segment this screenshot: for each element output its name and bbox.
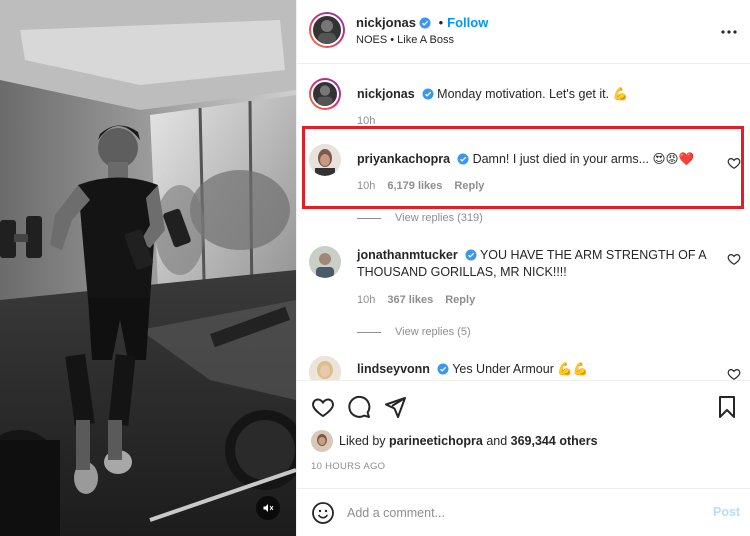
mute-icon: [263, 504, 274, 512]
verified-badge-icon: [457, 153, 469, 165]
jonathan-avatar[interactable]: [309, 246, 341, 278]
reply-button[interactable]: Reply: [454, 180, 484, 192]
lindsey-avatar[interactable]: [309, 356, 341, 380]
view-replies-label: View replies (5): [395, 326, 471, 338]
comment-icon[interactable]: [347, 395, 371, 419]
lindsey-comment-text: lindseyvonn Yes Under Armour 💪💪: [357, 360, 589, 378]
like-comment-heart-icon[interactable]: [727, 156, 741, 170]
verified-badge-icon: [465, 249, 477, 261]
caption-avatar[interactable]: [309, 78, 341, 110]
author-username[interactable]: nickjonas: [356, 15, 416, 30]
caption-body: Monday motivation. Let's get it.: [437, 87, 610, 101]
post-actions-bar: [297, 380, 750, 432]
flexed-biceps-emoji: 💪: [612, 87, 629, 101]
audio-subtitle[interactable]: NOES • Like A Boss: [356, 34, 454, 46]
bookmark-icon[interactable]: [715, 395, 739, 419]
comment-likes[interactable]: 6,179 likes: [387, 180, 442, 192]
like-comment-heart-icon[interactable]: [727, 252, 741, 266]
likes-and: and: [486, 434, 508, 448]
instagram-post-view: nickjonas • Follow NOES • Like A Boss nic…: [0, 0, 750, 536]
comments-list: nickjonas Monday motivation. Let's get i…: [297, 64, 750, 380]
share-icon[interactable]: [383, 395, 407, 419]
emoji-icon[interactable]: [311, 501, 335, 525]
comment-likes[interactable]: 367 likes: [387, 294, 433, 306]
priyanka-comment-body: Damn! I just died in your arms...: [472, 152, 650, 166]
priyanka-comment-emojis: 😍😡❤️: [652, 152, 695, 166]
caption-username[interactable]: nickjonas: [357, 87, 415, 101]
post-side-panel: nickjonas • Follow NOES • Like A Boss nic…: [296, 0, 750, 536]
post-photo[interactable]: [0, 0, 296, 536]
separator-dot: •: [438, 15, 444, 30]
view-replies-label: View replies (319): [395, 212, 483, 224]
heart-icon[interactable]: [311, 395, 335, 419]
verified-badge-icon: [437, 363, 449, 375]
reply-button[interactable]: Reply: [445, 294, 475, 306]
lindsey-comment-body: Yes Under Armour: [452, 362, 554, 376]
add-comment-bar: Post: [297, 488, 750, 536]
comment-time[interactable]: 10h: [357, 180, 375, 192]
more-options-icon: [721, 30, 737, 34]
likes-count[interactable]: 369,344 others: [511, 434, 598, 448]
view-replies-button[interactable]: View replies (5): [357, 326, 471, 338]
gym-photo-illustration: [0, 0, 296, 536]
likes-text: Liked by parineetichopra and 369,344 oth…: [339, 434, 598, 448]
post-timestamp[interactable]: 10 HOURS AGO: [311, 461, 385, 472]
like-comment-heart-icon[interactable]: [727, 367, 741, 380]
replies-divider: [357, 217, 381, 219]
flexed-biceps-emoji: 💪💪: [557, 362, 589, 376]
view-replies-button[interactable]: View replies (319): [357, 212, 483, 224]
post-comment-button[interactable]: Post: [713, 505, 740, 519]
jonathan-comment-text: jonathanmtucker YOU HAVE THE ARM STRENGT…: [357, 246, 707, 264]
jonathan-username[interactable]: jonathanmtucker: [357, 248, 458, 262]
lindsey-username[interactable]: lindseyvonn: [357, 362, 430, 376]
priyanka-username[interactable]: priyankachopra: [357, 152, 450, 166]
priyanka-comment-meta: 10h 6,179 likes Reply: [357, 180, 496, 192]
verified-badge-icon: [422, 88, 434, 100]
more-options-button[interactable]: [719, 22, 739, 42]
mute-button[interactable]: [256, 496, 280, 520]
priyanka-avatar[interactable]: [309, 144, 341, 176]
replies-divider: [357, 331, 381, 333]
author-avatar[interactable]: [309, 12, 345, 48]
comment-input[interactable]: [347, 503, 687, 523]
liker-username[interactable]: parineetichopra: [389, 434, 483, 448]
jonathan-comment-line2: THOUSAND GORILLAS, MR NICK!!!!: [357, 265, 567, 279]
priyanka-comment-text: priyankachopra Damn! I just died in your…: [357, 150, 694, 168]
post-header: nickjonas • Follow NOES • Like A Boss: [297, 0, 750, 64]
follow-button[interactable]: Follow: [447, 15, 488, 30]
liker-avatar[interactable]: [311, 430, 333, 452]
author-line: nickjonas • Follow: [356, 15, 488, 30]
caption-text: nickjonas Monday motivation. Let's get i…: [357, 85, 628, 103]
comment-time[interactable]: 10h: [357, 294, 375, 306]
jonathan-comment-body-line1: YOU HAVE THE ARM STRENGTH OF A: [479, 248, 707, 262]
liked-by-label: Liked by: [339, 434, 386, 448]
verified-badge-icon: [419, 17, 431, 29]
jonathan-comment-meta: 10h 367 likes Reply: [357, 294, 487, 306]
